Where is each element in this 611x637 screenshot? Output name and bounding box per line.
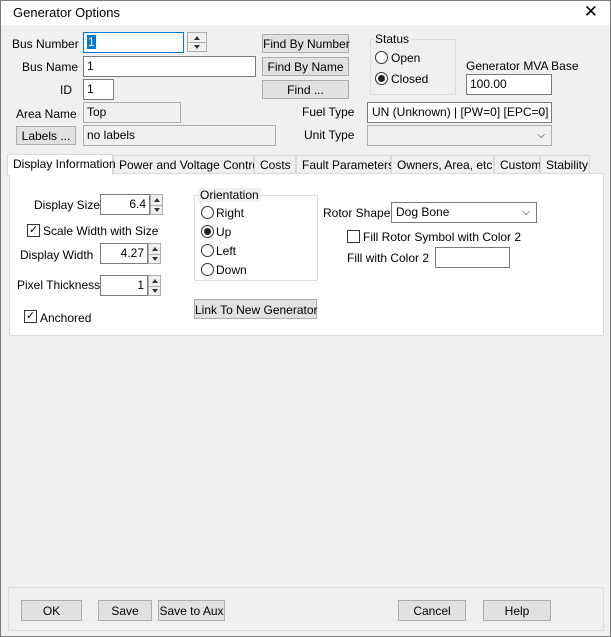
mva-base-label: Generator MVA Base — [466, 59, 579, 73]
scale-width-label: Scale Width with Size — [43, 224, 159, 238]
tab-display-information[interactable]: Display Information — [7, 154, 116, 175]
bus-name-input[interactable]: 1 — [83, 56, 256, 77]
find-by-name-button[interactable]: Find By Name — [262, 57, 349, 76]
tab-owners-area[interactable]: Owners, Area, etc — [391, 155, 494, 174]
status-closed-label: Closed — [391, 72, 429, 86]
tab-stability[interactable]: Stability — [540, 155, 590, 174]
status-title: Status — [373, 32, 412, 46]
find-by-number-button[interactable]: Find By Number — [262, 34, 350, 53]
orientation-right-radio[interactable] — [201, 206, 214, 219]
ok-button[interactable]: OK — [21, 600, 82, 621]
rotor-shape-select[interactable]: Dog Bone ⌵ — [391, 202, 537, 223]
display-size-input[interactable]: 6.4 — [100, 194, 150, 215]
orientation-left-radio[interactable] — [201, 244, 214, 257]
spin-down-icon[interactable] — [188, 42, 206, 51]
rotor-shape-value: Dog Bone — [396, 205, 450, 219]
fuel-type-label: Fuel Type — [302, 105, 355, 119]
status-closed-radio[interactable] — [375, 72, 388, 85]
status-open-radio[interactable] — [375, 51, 388, 64]
save-button[interactable]: Save — [98, 600, 152, 621]
display-width-input[interactable]: 4.27 — [100, 243, 148, 264]
orientation-down-label: Down — [216, 263, 247, 277]
pixel-thickness-label: Pixel Thickness — [17, 278, 101, 292]
spin-down-icon[interactable] — [149, 253, 160, 264]
generator-options-dialog: Generator Options ✕ Bus Number 1 Bus Nam… — [0, 0, 611, 637]
fill-color2-swatch[interactable] — [435, 247, 510, 268]
orientation-up-label: Up — [216, 225, 232, 239]
chevron-down-icon: ⌵ — [537, 130, 545, 141]
tab-custom[interactable]: Custom — [494, 155, 541, 174]
cancel-button[interactable]: Cancel — [398, 600, 466, 621]
area-name-label: Area Name — [16, 107, 77, 121]
display-width-label: Display Width — [20, 248, 94, 262]
anchored-checkbox[interactable]: ✓ — [24, 310, 37, 323]
fill-color2-label: Fill with Color 2 — [347, 251, 430, 265]
spin-down-icon[interactable] — [151, 204, 162, 215]
pixel-thickness-spinner[interactable] — [148, 275, 161, 296]
spin-down-icon[interactable] — [149, 285, 160, 296]
unit-type-label: Unit Type — [304, 128, 355, 142]
orientation-right-label: Right — [216, 206, 245, 220]
spin-up-icon[interactable] — [149, 244, 160, 254]
display-size-label: Display Size — [34, 198, 101, 212]
anchored-label: Anchored — [40, 311, 92, 325]
pixel-thickness-input[interactable]: 1 — [100, 275, 148, 296]
area-name-field: Top — [83, 102, 181, 123]
close-icon[interactable]: ✕ — [584, 2, 598, 22]
fill-rotor-label: Fill Rotor Symbol with Color 2 — [363, 230, 522, 244]
orientation-left-label: Left — [216, 244, 237, 258]
orientation-title: Orientation — [198, 188, 261, 202]
fuel-type-value: UN (Unknown) | [PW=0] [EPC=0] — [372, 105, 549, 119]
status-group — [370, 39, 456, 95]
fuel-type-select[interactable]: UN (Unknown) | [PW=0] [EPC=0] ⌵ — [367, 102, 552, 123]
orientation-up-radio[interactable] — [201, 225, 214, 238]
status-open-label: Open — [391, 51, 421, 65]
id-input[interactable]: 1 — [83, 79, 114, 100]
bus-number-spinner[interactable] — [187, 32, 207, 52]
display-size-spinner[interactable] — [150, 194, 163, 215]
id-label: ID — [60, 83, 72, 97]
help-button[interactable]: Help — [483, 600, 551, 621]
find-button[interactable]: Find ... — [262, 80, 349, 99]
orientation-down-radio[interactable] — [201, 263, 214, 276]
labels-field: no labels — [83, 125, 276, 146]
bus-number-label: Bus Number — [12, 37, 79, 51]
tab-power-voltage-control[interactable]: Power and Voltage Control — [113, 155, 262, 174]
tab-fault-parameters[interactable]: Fault Parameters — [296, 155, 394, 174]
mva-base-input[interactable]: 100.00 — [466, 74, 552, 95]
chevron-down-icon: ⌵ — [522, 207, 530, 218]
fill-rotor-checkbox[interactable] — [347, 230, 360, 243]
tab-costs[interactable]: Costs — [254, 155, 296, 174]
unit-type-select[interactable]: ⌵ — [367, 125, 552, 146]
link-to-new-generator-button[interactable]: Link To New Generator — [194, 299, 318, 319]
rotor-shape-label: Rotor Shape — [323, 206, 391, 220]
save-to-aux-button[interactable]: Save to Aux — [158, 600, 225, 621]
spin-up-icon[interactable] — [149, 276, 160, 286]
window-title: Generator Options — [13, 5, 120, 20]
chevron-down-icon: ⌵ — [537, 107, 545, 118]
title-bar: Generator Options ✕ — [1, 1, 610, 25]
display-width-spinner[interactable] — [148, 243, 161, 264]
spin-up-icon[interactable] — [188, 33, 206, 42]
labels-button[interactable]: Labels ... — [16, 126, 76, 145]
spin-up-icon[interactable] — [151, 195, 162, 205]
scale-width-checkbox[interactable]: ✓ — [27, 224, 40, 237]
bus-name-label: Bus Name — [22, 60, 79, 74]
bus-number-input[interactable]: 1 — [83, 32, 184, 53]
